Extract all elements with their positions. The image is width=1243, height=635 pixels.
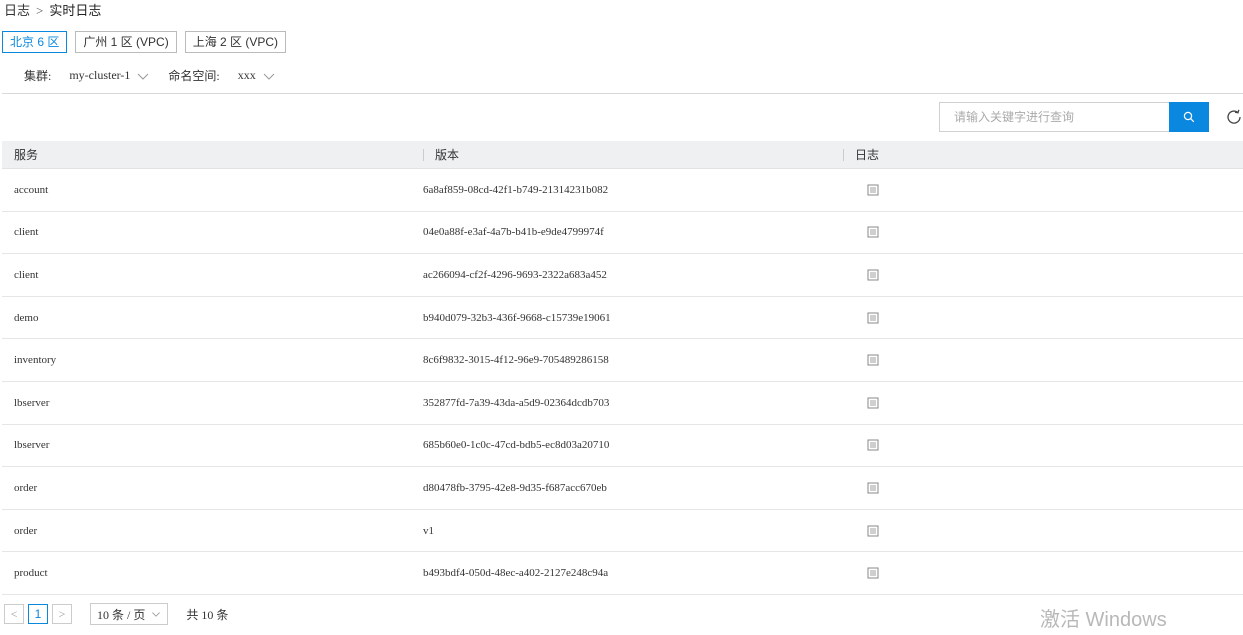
log-cell [852, 226, 1232, 238]
log-cell [852, 269, 1232, 281]
region-tab-guangzhou-1[interactable]: 广州 1 区 (VPC) [75, 31, 177, 53]
table-row: client 04e0a88f-e3af-4a7b-b41b-e9de479997… [2, 212, 1243, 255]
version-cell: 6a8af859-08cd-42f1-b749-21314231b082 [423, 183, 609, 196]
breadcrumb-current: 实时日志 [49, 3, 102, 18]
table-row: account 6a8af859-08cd-42f1-b749-21314231b… [2, 169, 1243, 212]
log-cell [852, 312, 1232, 324]
table-row: lbserver 685b60e0-1c0c-47cd-bdb5-ec8d03a2… [2, 425, 1243, 468]
prev-page-button[interactable]: < [4, 604, 24, 624]
pagination: < 1 > 10 条 / 页 共 10 条 [4, 603, 228, 625]
service-cell: lbserver [14, 439, 50, 452]
breadcrumb-separator: > [36, 3, 44, 18]
table-row: order v1 [2, 510, 1243, 553]
version-cell: v1 [423, 524, 434, 537]
version-cell: 8c6f9832-3015-4f12-96e9-705489286158 [423, 354, 609, 367]
log-cell [852, 397, 1232, 409]
column-header-version: 版本 [423, 141, 843, 169]
page-button-1[interactable]: 1 [28, 604, 48, 624]
log-document-icon[interactable] [867, 312, 879, 324]
log-document-icon[interactable] [867, 567, 879, 579]
version-cell: 352877fd-7a39-43da-a5d9-02364dcdb703 [423, 396, 610, 409]
page-size-value: 10 条 / 页 [97, 607, 146, 622]
service-cell: inventory [14, 354, 57, 367]
table-row: inventory 8c6f9832-3015-4f12-96e9-7054892… [2, 339, 1243, 382]
activation-watermark: 激活 Windows [1040, 609, 1167, 631]
version-cell: 685b60e0-1c0c-47cd-bdb5-ec8d03a20710 [423, 439, 610, 452]
service-cell: demo [14, 311, 39, 324]
log-document-icon[interactable] [867, 269, 879, 281]
log-cell [852, 567, 1232, 579]
service-cell: lbserver [14, 396, 50, 409]
log-document-icon[interactable] [867, 525, 879, 537]
log-cell [852, 525, 1232, 537]
region-tabs: 北京 6 区 广州 1 区 (VPC) 上海 2 区 (VPC) [2, 31, 287, 53]
log-cell [852, 184, 1232, 196]
log-cell [852, 439, 1232, 451]
service-cell: order [14, 481, 38, 494]
service-cell: client [14, 268, 39, 281]
namespace-select[interactable]: xxx [238, 68, 256, 83]
service-cell: order [14, 524, 38, 537]
version-cell: b493bdf4-050d-48ec-a402-2127e248c94a [423, 567, 609, 580]
services-table: 服务 版本 日志 account 6a8af859-08cd-42f1-b749-… [2, 141, 1243, 595]
table-row: order d80478fb-3795-42e8-9d35-f687acc670e… [2, 467, 1243, 510]
region-tab-shanghai-2[interactable]: 上海 2 区 (VPC) [184, 31, 287, 53]
log-document-icon[interactable] [867, 354, 879, 366]
version-cell: d80478fb-3795-42e8-9d35-f687acc670eb [423, 481, 607, 494]
log-document-icon[interactable] [867, 226, 879, 238]
table-row: product b493bdf4-050d-48ec-a402-2127e248c… [2, 552, 1243, 595]
log-document-icon[interactable] [867, 439, 879, 451]
next-page-button[interactable]: > [52, 604, 72, 624]
cluster-label: 集群: [24, 69, 52, 83]
column-header-service: 服务 [14, 147, 39, 162]
table-row: demo b940d079-32b3-436f-9668-c15739e19061 [2, 297, 1243, 340]
table-row: client ac266094-cf2f-4296-9693-2322a683a4… [2, 254, 1243, 297]
table-header: 服务 版本 日志 [2, 141, 1243, 169]
search-input[interactable] [939, 102, 1169, 132]
region-tab-beijing-6[interactable]: 北京 6 区 [2, 31, 68, 53]
table-row: lbserver 352877fd-7a39-43da-a5d9-02364dcd… [2, 382, 1243, 425]
chevron-down-icon[interactable] [136, 69, 150, 83]
service-cell: product [14, 567, 48, 580]
version-cell: ac266094-cf2f-4296-9693-2322a683a452 [423, 268, 607, 281]
namespace-label: 命名空间: [168, 69, 220, 83]
divider [2, 93, 1243, 94]
total-count: 共 10 条 [186, 607, 229, 622]
search-bar [939, 102, 1209, 132]
breadcrumb: 日志 > 实时日志 [4, 0, 102, 18]
log-cell [852, 482, 1232, 494]
log-document-icon[interactable] [867, 482, 879, 494]
chevron-down-icon[interactable] [262, 69, 276, 83]
log-document-icon[interactable] [867, 184, 879, 196]
version-cell: b940d079-32b3-436f-9668-c15739e19061 [423, 311, 611, 324]
service-cell: account [14, 183, 49, 196]
refresh-icon[interactable] [1225, 108, 1243, 126]
service-cell: client [14, 226, 39, 239]
version-cell: 04e0a88f-e3af-4a7b-b41b-e9de4799974f [423, 226, 604, 239]
page-size-select[interactable]: 10 条 / 页 [90, 603, 169, 625]
cluster-select[interactable]: my-cluster-1 [69, 68, 130, 83]
log-cell [852, 354, 1232, 366]
chevron-down-icon [152, 612, 161, 617]
search-icon [1183, 111, 1195, 123]
column-header-log: 日志 [843, 141, 1243, 169]
table-body: account 6a8af859-08cd-42f1-b749-21314231b… [2, 169, 1243, 595]
filter-bar: 集群: my-cluster-1 命名空间: xxx [24, 67, 294, 84]
log-document-icon[interactable] [867, 397, 879, 409]
search-button[interactable] [1169, 102, 1209, 132]
breadcrumb-parent[interactable]: 日志 [4, 3, 30, 18]
